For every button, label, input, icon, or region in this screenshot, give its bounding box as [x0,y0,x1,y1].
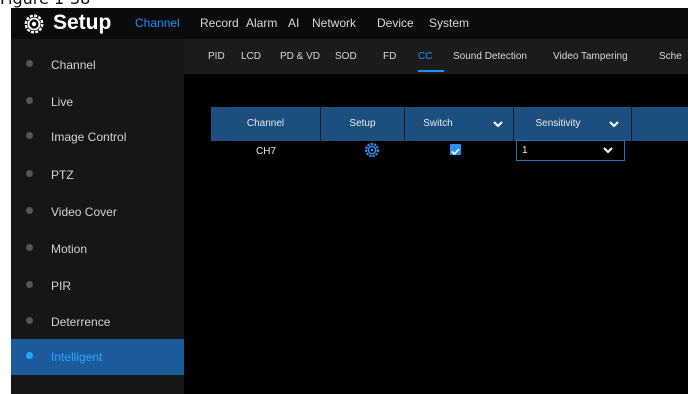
main-panel: PID LCD PD & VD SOD FD CC Sound Detectio… [184,39,688,394]
subtab-bar: PID LCD PD & VD SOD FD CC Sound Detectio… [184,39,688,74]
subtab-video-tampering[interactable]: Video Tampering [553,51,628,62]
gear-icon[interactable] [23,13,45,35]
sidebar-item-label: Channel [51,58,96,72]
dot-icon [26,352,33,359]
sidebar-item-channel[interactable]: Channel [11,47,184,83]
tab-channel[interactable]: Channel [135,16,180,30]
sidebar-item-label: PTZ [51,168,74,182]
sidebar: Channel Live Image Control PTZ Video Cov… [11,39,184,394]
document-caption: Figure 1-38 [0,0,688,8]
dot-icon [26,97,33,104]
tab-device[interactable]: Device [377,16,414,30]
subtab-pid[interactable]: PID [208,51,225,62]
column-divider [631,107,632,141]
dot-icon [26,281,33,288]
check-icon [451,148,460,156]
sensitivity-value: 1 [522,145,528,156]
subtab-fd[interactable]: FD [383,51,396,62]
sidebar-item-label: Live [51,95,74,109]
chevron-down-icon[interactable] [493,121,503,128]
sidebar-item-label: Intelligent [51,350,103,364]
sidebar-item-label: Image Control [51,130,127,144]
top-menu-bar: Setup Channel Record Alarm AI Network De… [11,8,688,39]
sidebar-item-image-control[interactable]: Image Control [11,119,184,155]
table-header: Channel Setup Switch Sensitivity [211,107,688,141]
dot-icon [26,244,33,251]
caption-text: Figure 1-38 [0,0,90,8]
tab-alarm[interactable]: Alarm [246,16,277,30]
switch-checkbox[interactable] [450,144,461,156]
column-header-sensitivity[interactable]: Sensitivity [514,107,602,141]
dot-icon [26,317,33,324]
dot-icon [26,132,33,139]
tab-ai[interactable]: AI [288,16,299,30]
sidebar-item-label: PIR [51,279,72,293]
gear-icon[interactable] [364,142,380,158]
subtab-schedule[interactable]: Sche [659,51,682,62]
sidebar-item-ptz[interactable]: PTZ [11,157,184,193]
sidebar-item-motion[interactable]: Motion [11,231,184,267]
setup-title: Setup [53,11,112,34]
column-header-setup: Setup [349,118,376,129]
sidebar-item-intelligent[interactable]: Intelligent [11,339,184,375]
sidebar-item-video-cover[interactable]: Video Cover [11,194,184,230]
dot-icon [26,207,33,214]
table-cell-channel: CH7 [256,146,277,157]
chevron-down-icon[interactable] [609,121,619,128]
subtab-lcd[interactable]: LCD [241,51,261,62]
sidebar-item-label: Video Cover [51,205,117,219]
sensitivity-select[interactable]: 1 [516,140,625,161]
tab-network[interactable]: Network [312,16,356,30]
sidebar-item-label: Deterrence [51,315,111,329]
subtab-pd-vd[interactable]: PD & VD [280,51,320,62]
tab-system[interactable]: System [429,16,469,30]
tab-record[interactable]: Record [200,16,239,30]
subtab-sod[interactable]: SOD [335,51,357,62]
subtab-cc[interactable]: CC [418,51,432,62]
dot-icon [26,60,33,67]
sidebar-item-deterrence[interactable]: Deterrence [11,304,184,340]
column-header-switch[interactable]: Switch [405,107,471,141]
sidebar-item-live[interactable]: Live [11,84,184,120]
dot-icon [26,170,33,177]
chevron-down-icon [603,147,613,154]
sidebar-item-label: Motion [51,242,88,256]
sidebar-item-pir[interactable]: PIR [11,268,184,304]
subtab-sound-detection[interactable]: Sound Detection [453,51,527,62]
dvr-setup-window: Setup Channel Record Alarm AI Network De… [11,8,688,394]
active-tab-indicator [418,70,444,72]
column-header-channel: Channel [246,118,285,129]
